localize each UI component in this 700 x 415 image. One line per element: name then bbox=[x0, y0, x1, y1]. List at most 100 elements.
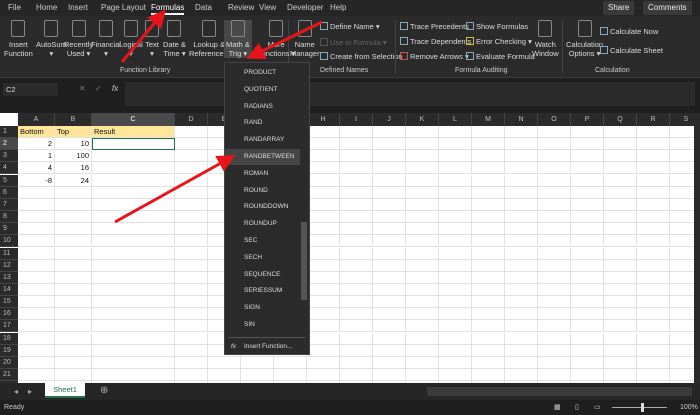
cell[interactable] bbox=[571, 308, 604, 321]
cell[interactable] bbox=[637, 344, 670, 357]
cell[interactable] bbox=[340, 223, 373, 236]
cell[interactable] bbox=[571, 198, 604, 211]
header-cell[interactable]: Top bbox=[55, 126, 92, 138]
cell[interactable] bbox=[538, 223, 571, 236]
cell[interactable] bbox=[18, 198, 55, 211]
cell[interactable] bbox=[505, 296, 538, 309]
function-library-date[interactable]: Date & Time ▾ bbox=[163, 20, 186, 58]
cell[interactable] bbox=[340, 150, 373, 163]
cell[interactable] bbox=[340, 259, 373, 272]
column-header-H[interactable]: H bbox=[307, 113, 340, 126]
tab-page-layout[interactable]: Page Layout bbox=[101, 3, 146, 12]
prev-sheet-icon[interactable]: ◂ bbox=[14, 387, 18, 396]
menu-item-roundup[interactable]: ROUNDUP bbox=[225, 216, 302, 232]
cell[interactable] bbox=[670, 369, 694, 381]
cell[interactable] bbox=[670, 235, 694, 248]
cell[interactable] bbox=[604, 211, 637, 224]
top-value[interactable]: 100 bbox=[55, 150, 92, 163]
cell[interactable] bbox=[505, 247, 538, 260]
column-header-P[interactable]: P bbox=[571, 113, 604, 126]
cell[interactable] bbox=[505, 198, 538, 211]
cell[interactable] bbox=[55, 235, 92, 248]
cell[interactable] bbox=[175, 235, 208, 248]
cell[interactable] bbox=[55, 186, 92, 199]
cell[interactable] bbox=[571, 344, 604, 357]
top-value[interactable]: 10 bbox=[55, 138, 92, 151]
cell[interactable] bbox=[604, 138, 637, 151]
cell[interactable] bbox=[406, 320, 439, 333]
cell[interactable] bbox=[472, 344, 505, 357]
cell[interactable] bbox=[538, 174, 571, 187]
cell[interactable] bbox=[406, 150, 439, 163]
cell[interactable] bbox=[472, 356, 505, 369]
header-cell[interactable]: Result bbox=[92, 126, 175, 138]
cell[interactable] bbox=[637, 320, 670, 333]
cell[interactable] bbox=[439, 198, 472, 211]
cell[interactable] bbox=[406, 308, 439, 321]
cell[interactable] bbox=[538, 162, 571, 175]
bottom-value[interactable]: 4 bbox=[18, 162, 55, 175]
cell[interactable] bbox=[439, 223, 472, 236]
cell[interactable] bbox=[472, 198, 505, 211]
use-in-formula-button[interactable]: Use in Formula ▾ bbox=[320, 38, 387, 47]
cell[interactable] bbox=[604, 271, 637, 284]
cell[interactable] bbox=[373, 320, 406, 333]
cell[interactable] bbox=[604, 223, 637, 236]
cell[interactable] bbox=[604, 126, 637, 138]
cell[interactable] bbox=[373, 235, 406, 248]
cell[interactable] bbox=[373, 174, 406, 187]
column-header-C[interactable]: C bbox=[92, 113, 175, 126]
function-library-logical[interactable]: Logical ▾ bbox=[119, 20, 143, 58]
cell[interactable] bbox=[274, 369, 307, 381]
cell[interactable] bbox=[604, 186, 637, 199]
cell[interactable] bbox=[175, 211, 208, 224]
row-header-18[interactable]: 18 bbox=[0, 332, 18, 345]
cell[interactable] bbox=[571, 320, 604, 333]
cell[interactable] bbox=[92, 186, 175, 199]
cell[interactable] bbox=[92, 211, 175, 224]
column-header-R[interactable]: R bbox=[637, 113, 670, 126]
cell[interactable] bbox=[604, 259, 637, 272]
cell[interactable] bbox=[274, 356, 307, 369]
cell[interactable] bbox=[175, 296, 208, 309]
cell[interactable] bbox=[637, 223, 670, 236]
cell[interactable] bbox=[406, 126, 439, 138]
menu-item-sin[interactable]: SIN bbox=[225, 317, 302, 333]
cell[interactable] bbox=[307, 332, 340, 345]
cell[interactable] bbox=[505, 283, 538, 296]
cell[interactable] bbox=[439, 283, 472, 296]
cell[interactable] bbox=[406, 332, 439, 345]
cell[interactable] bbox=[18, 356, 55, 369]
cell[interactable] bbox=[92, 223, 175, 236]
cell[interactable] bbox=[637, 259, 670, 272]
top-value[interactable]: 16 bbox=[55, 162, 92, 175]
row-header-15[interactable]: 15 bbox=[0, 296, 18, 309]
cell[interactable] bbox=[175, 259, 208, 272]
cell[interactable] bbox=[307, 369, 340, 381]
cell[interactable] bbox=[439, 320, 472, 333]
cell[interactable] bbox=[406, 259, 439, 272]
function-library-math[interactable]: Math & Trig ▾ bbox=[224, 20, 252, 58]
cell[interactable] bbox=[439, 235, 472, 248]
cell[interactable] bbox=[472, 283, 505, 296]
cell[interactable] bbox=[307, 235, 340, 248]
row-header-2[interactable]: 2 bbox=[0, 138, 18, 151]
function-library-financial[interactable]: Financial ▾ bbox=[91, 20, 121, 58]
cell[interactable] bbox=[340, 126, 373, 138]
cell[interactable] bbox=[373, 332, 406, 345]
cell[interactable] bbox=[505, 356, 538, 369]
cell[interactable] bbox=[92, 344, 175, 357]
cell[interactable] bbox=[670, 162, 694, 175]
row-header-5[interactable]: 5 bbox=[0, 174, 18, 187]
cell[interactable] bbox=[637, 283, 670, 296]
show-formulas-button[interactable]: Show Formulas bbox=[466, 22, 528, 31]
column-header-S[interactable]: S bbox=[670, 113, 694, 126]
cell[interactable] bbox=[439, 271, 472, 284]
row-header-10[interactable]: 10 bbox=[0, 235, 18, 248]
zoom-slider[interactable] bbox=[612, 407, 667, 408]
cell[interactable] bbox=[505, 259, 538, 272]
cell[interactable] bbox=[18, 320, 55, 333]
cell[interactable] bbox=[175, 283, 208, 296]
cell[interactable] bbox=[670, 296, 694, 309]
cell[interactable] bbox=[472, 186, 505, 199]
